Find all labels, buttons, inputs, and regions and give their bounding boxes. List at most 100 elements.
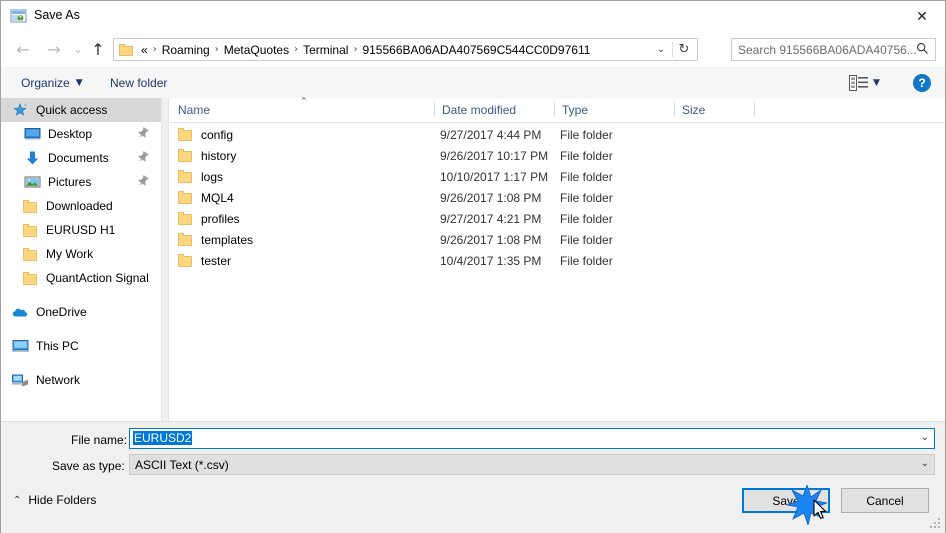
file-name-input[interactable]: EURUSD2 ⌄: [129, 428, 935, 449]
folder-icon: [119, 43, 134, 56]
hide-folders-button[interactable]: ⌃ Hide Folders: [13, 493, 96, 507]
date-modified-cell: 9/26/2017 1:08 PM: [440, 190, 542, 205]
breadcrumb-terminal[interactable]: Terminal: [300, 43, 351, 57]
chevron-down-icon[interactable]: ⌄: [651, 39, 671, 60]
back-icon[interactable]: ←: [10, 37, 36, 62]
file-name-value: EURUSD2: [133, 431, 193, 445]
breadcrumb-separator: ›: [353, 44, 358, 55]
onedrive-cloud-icon: [12, 308, 28, 317]
close-icon[interactable]: ✕: [899, 1, 945, 32]
sidebar-item-quantaction-signal[interactable]: QuantAction Signal: [1, 266, 161, 290]
window-title: Save As: [34, 8, 80, 22]
view-mode-icon[interactable]: [849, 75, 869, 91]
organize-label: Organize: [21, 76, 70, 90]
breadcrumb-overflow[interactable]: «: [138, 43, 151, 57]
up-one-level-icon[interactable]: ↑: [85, 37, 111, 62]
save-as-type-value: ASCII Text (*.csv): [135, 458, 229, 472]
table-row[interactable]: tester 10/4/2017 1:35 PM File folder: [170, 250, 945, 271]
sidebar-item-my-work[interactable]: My Work: [1, 242, 161, 266]
search-placeholder: Search 915566BA06ADA40756...: [738, 42, 917, 57]
folder-icon: [178, 170, 193, 183]
breadcrumb-metaquotes[interactable]: MetaQuotes: [221, 43, 292, 57]
file-name-cell: profiles: [178, 212, 240, 226]
save-as-type-select[interactable]: ASCII Text (*.csv) ⌄: [129, 454, 935, 475]
refresh-icon[interactable]: ↻: [673, 39, 695, 60]
network-icon: [12, 374, 28, 387]
pin-icon[interactable]: [136, 173, 151, 188]
type-cell: File folder: [560, 211, 613, 226]
column-header-size[interactable]: Size: [674, 98, 754, 121]
pin-icon[interactable]: [136, 149, 151, 164]
folder-icon: [23, 223, 38, 237]
breadcrumb-separator: ›: [294, 44, 299, 55]
sidebar-item-label: Desktop: [48, 127, 93, 141]
organize-button[interactable]: Organize ▼: [15, 73, 89, 93]
desktop-icon: [24, 128, 41, 140]
chevron-up-icon: ⌃: [13, 494, 22, 506]
breadcrumb-separator: ›: [152, 44, 157, 55]
folder-icon: [23, 247, 38, 261]
save-button[interactable]: Save: [742, 488, 830, 513]
forward-icon[interactable]: →: [41, 37, 67, 62]
folder-icon: [178, 212, 193, 225]
column-header-label: Name: [178, 102, 211, 117]
file-name-label: File name:: [71, 433, 128, 447]
type-cell: File folder: [560, 232, 613, 247]
table-row[interactable]: profiles 9/27/2017 4:21 PM File folder: [170, 208, 945, 229]
file-list: config 9/27/2017 4:44 PM File folder his…: [170, 124, 945, 271]
sidebar-item-documents[interactable]: Documents: [1, 146, 161, 170]
help-icon[interactable]: ?: [913, 74, 931, 92]
sidebar-item-quick-access[interactable]: Quick access: [1, 98, 161, 122]
view-mode-chevron-down-icon[interactable]: ▼: [873, 78, 880, 88]
hide-folders-label: Hide Folders: [28, 493, 97, 507]
navigation-bar: ← → ⌄ ↑ « › Roaming › MetaQuotes › Termi…: [1, 32, 945, 67]
column-header-label: Size: [682, 102, 706, 117]
table-row[interactable]: history 9/26/2017 10:17 PM File folder: [170, 145, 945, 166]
sidebar-item-pictures[interactable]: Pictures: [1, 170, 161, 194]
breadcrumb-roaming[interactable]: Roaming: [159, 43, 213, 57]
sidebar-item-network[interactable]: Network: [1, 368, 161, 392]
folder-icon: [178, 149, 193, 162]
column-header-name[interactable]: Name ⌃: [170, 97, 434, 121]
chevron-down-icon[interactable]: ⌄: [921, 458, 929, 469]
save-as-app-icon: [10, 9, 27, 23]
file-name-label: templates: [201, 232, 254, 247]
table-row[interactable]: MQL4 9/26/2017 1:08 PM File folder: [170, 187, 945, 208]
sidebar-item-eurusd-h1[interactable]: EURUSD H1: [1, 218, 161, 242]
column-header-label: Type: [562, 102, 589, 117]
sidebar-item-desktop[interactable]: Desktop: [1, 122, 161, 146]
table-row[interactable]: logs 10/10/2017 1:17 PM File folder: [170, 166, 945, 187]
date-modified-cell: 9/26/2017 1:08 PM: [440, 232, 542, 247]
table-row[interactable]: templates 9/26/2017 1:08 PM File folder: [170, 229, 945, 250]
sidebar-item-this-pc[interactable]: This PC: [1, 334, 161, 358]
folder-icon: [23, 199, 38, 213]
file-name-cell: logs: [178, 170, 223, 184]
this-pc-icon: [12, 340, 29, 352]
column-divider[interactable]: [754, 102, 755, 117]
save-as-type-label: Save as type:: [52, 459, 125, 473]
cancel-button[interactable]: Cancel: [841, 488, 929, 513]
pane-splitter[interactable]: [161, 98, 169, 421]
column-header-type[interactable]: Type: [554, 98, 674, 121]
resize-grip[interactable]: [930, 518, 941, 529]
sidebar-item-label: OneDrive: [36, 305, 87, 319]
sidebar-item-downloaded[interactable]: Downloaded: [1, 194, 161, 218]
sidebar-item-onedrive[interactable]: OneDrive: [1, 300, 161, 324]
table-row[interactable]: config 9/27/2017 4:44 PM File folder: [170, 124, 945, 145]
dialog-footer: File name: EURUSD2 ⌄ Save as type: ASCII…: [1, 421, 945, 533]
folder-icon: [178, 191, 193, 204]
pin-icon[interactable]: [136, 125, 151, 140]
sidebar-item-label: QuantAction Signal: [46, 271, 149, 285]
folder-icon: [178, 233, 193, 246]
new-folder-button[interactable]: New folder: [104, 73, 173, 93]
pictures-icon: [24, 176, 41, 188]
search-input[interactable]: Search 915566BA06ADA40756...: [731, 38, 936, 61]
chevron-down-icon[interactable]: ⌄: [921, 432, 929, 443]
address-bar[interactable]: « › Roaming › MetaQuotes › Terminal › 91…: [113, 38, 698, 61]
file-name-cell: MQL4: [178, 191, 234, 205]
search-icon[interactable]: [916, 42, 929, 55]
breadcrumb-instance-id[interactable]: 915566BA06ADA407569C544CC0D97611: [359, 43, 593, 57]
chevron-down-icon: ▼: [75, 78, 83, 88]
column-header-date-modified[interactable]: Date modified: [434, 98, 554, 121]
